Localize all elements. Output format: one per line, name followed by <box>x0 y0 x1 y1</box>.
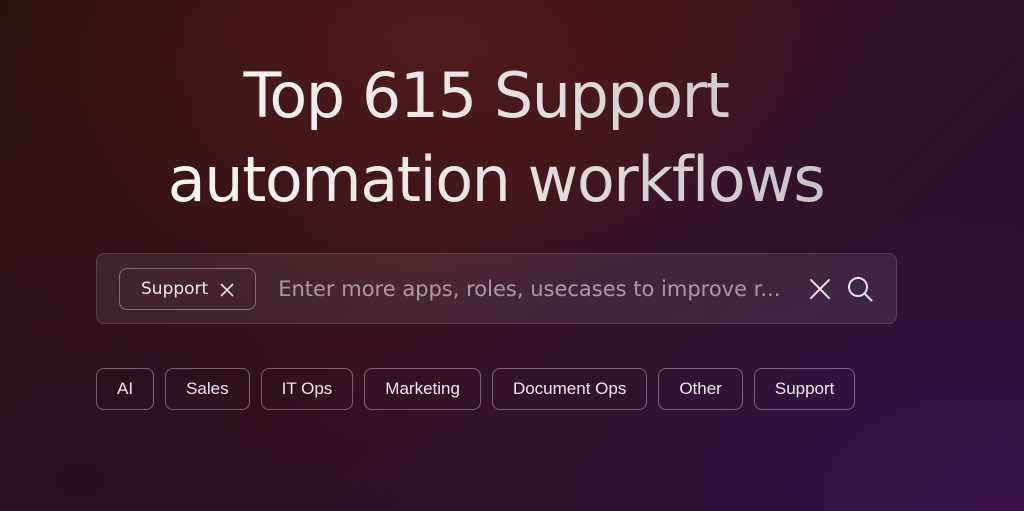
tag-support[interactable]: Support <box>753 368 856 410</box>
close-icon[interactable] <box>220 282 234 296</box>
filter-chip-support: Support <box>119 267 257 310</box>
search-icon <box>848 276 873 301</box>
page-title: Top 615 Support automation workflows <box>0 54 1024 222</box>
page-title-line-2: automation workflows <box>0 138 1008 222</box>
tag-sales[interactable]: Sales <box>165 368 250 410</box>
tag-ai[interactable]: AI <box>96 368 155 410</box>
tag-document-ops[interactable]: Document Ops <box>491 368 648 410</box>
tag-other[interactable]: Other <box>658 368 743 410</box>
page-title-line-1: Top 615 Support <box>0 54 998 138</box>
tag-marketing[interactable]: Marketing <box>364 368 481 410</box>
category-tags: AI Sales IT Ops Marketing Document Ops O… <box>96 368 856 410</box>
close-icon <box>810 278 830 299</box>
filter-chip-label: Support <box>141 278 209 299</box>
search-input[interactable] <box>278 276 792 301</box>
search-bar[interactable]: Support <box>96 253 897 324</box>
tag-it-ops[interactable]: IT Ops <box>260 368 354 410</box>
search-button[interactable] <box>846 275 874 303</box>
clear-search-button[interactable] <box>806 275 834 303</box>
